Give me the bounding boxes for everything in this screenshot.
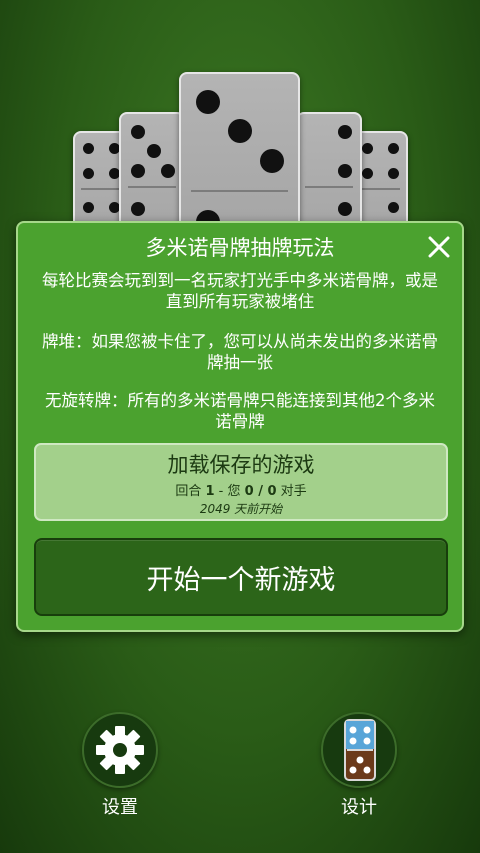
opponent-label: 对手 (276, 484, 307, 499)
load-game-status: 回合 1 - 您 0 / 0 对手 (36, 480, 446, 499)
load-saved-game-button[interactable]: 加载保存的游戏 回合 1 - 您 0 / 0 对手 2049 天前开始 (34, 443, 448, 521)
round-number: 1 (205, 484, 215, 499)
score: 0 / 0 (244, 484, 277, 499)
game-started-time: 2049 天前开始 (199, 502, 283, 516)
gear-icon (96, 726, 144, 774)
you-label: - 您 (214, 484, 245, 499)
rule-boneyard: 牌堆：如果您被卡住了，您可以从尚未发出的多米诺骨牌抽一张 (42, 332, 438, 372)
load-game-title: 加载保存的游戏 (167, 453, 315, 477)
settings-label: 设置 (102, 797, 138, 818)
settings-button[interactable] (82, 712, 158, 788)
design-label: 设计 (341, 797, 377, 818)
close-button[interactable] (426, 234, 452, 260)
round-prefix: 回合 (175, 484, 202, 499)
design-button[interactable] (321, 712, 397, 788)
rules-dialog: 多米诺骨牌抽牌玩法 每轮比赛会玩到到一名玩家打光手中多米诺骨牌，或是直到所有玩家… (16, 221, 464, 632)
domino-tile (179, 72, 300, 237)
rule-round-end: 每轮比赛会玩到到一名玩家打光手中多米诺骨牌，或是直到所有玩家被堵住 (42, 271, 438, 311)
new-game-button[interactable]: 开始一个新游戏 (34, 538, 448, 616)
rule-no-spinner: 无旋转牌：所有的多米诺骨牌只能连接到其他2个多米诺骨牌 (45, 391, 435, 431)
domino-tiles-fan (0, 0, 480, 246)
dialog-title: 多米诺骨牌抽牌玩法 (145, 236, 335, 260)
domino-icon (344, 719, 376, 781)
close-icon (428, 236, 450, 258)
